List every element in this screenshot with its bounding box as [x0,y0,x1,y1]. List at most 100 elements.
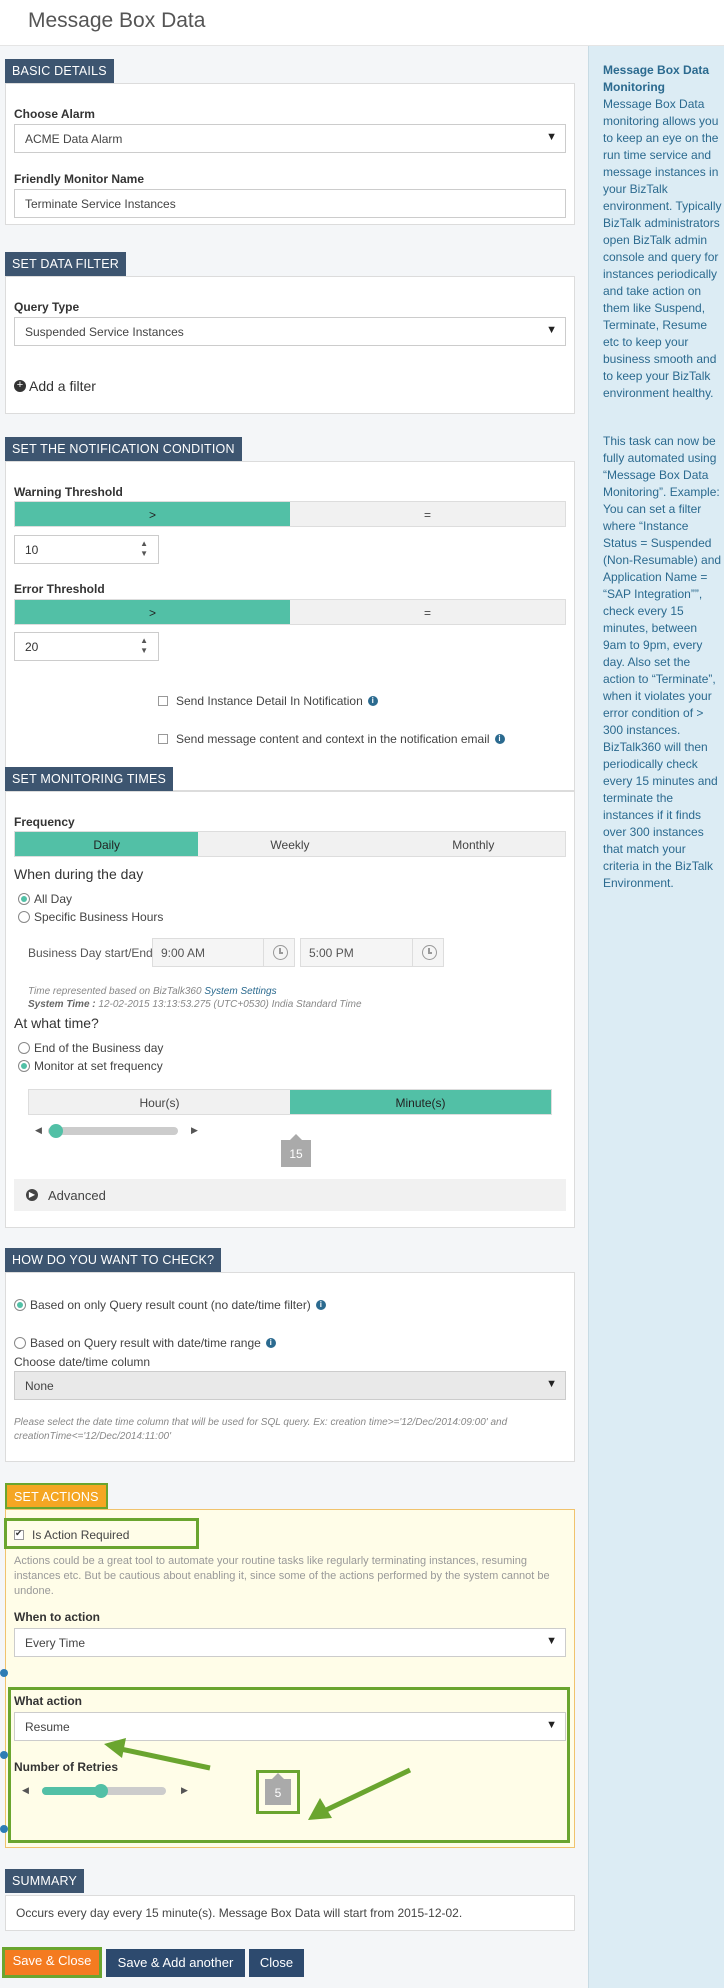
what-action-value: Resume [25,1720,70,1734]
monitoring-panel: Frequency Daily Weekly Monthly When duri… [5,791,575,1228]
date-column-select[interactable]: None ▼ [14,1371,566,1400]
chevron-right-circle-icon: ▶ [26,1189,38,1201]
warning-op-equal[interactable]: = [290,502,565,526]
all-day-label: All Day [34,892,73,906]
send-content-checkbox[interactable] [158,734,168,744]
close-button[interactable]: Close [249,1949,304,1977]
error-op-equal[interactable]: = [290,600,565,624]
error-threshold-input[interactable]: 20 ▲ ▼ [14,632,159,661]
info-icon[interactable]: i [315,1300,326,1310]
system-settings-link[interactable]: System Settings [204,986,276,997]
save-add-another-button[interactable]: Save & Add another [106,1949,245,1977]
query-type-label: Query Type [14,300,80,314]
choose-alarm-select[interactable]: ACME Data Alarm ▼ [14,124,566,153]
monitor-name-value: Terminate Service Instances [25,197,176,211]
data-filter-header: SET DATA FILTER [5,252,126,276]
freq-weekly[interactable]: Weekly [198,832,382,856]
set-frequency-radio-row[interactable]: Monitor at set frequency [18,1059,163,1073]
specific-hours-label: Specific Business Hours [34,910,164,924]
help-paragraph-1: Message Box Data monitoring allows you t… [603,97,722,400]
count-option-radio[interactable] [14,1299,26,1311]
specific-hours-radio[interactable] [18,911,30,923]
advanced-toggle[interactable]: ▶ Advanced [14,1179,566,1211]
send-detail-checkbox[interactable] [158,696,168,706]
chevron-down-icon: ▼ [546,1378,557,1390]
warning-threshold-input[interactable]: 10 ▲ ▼ [14,535,159,564]
actions-panel: Is Action Required Actions could be a gr… [4,1509,575,1848]
unit-hours[interactable]: Hour(s) [29,1090,290,1114]
set-frequency-radio[interactable] [18,1060,30,1072]
summary-text: Occurs every day every 15 minute(s). Mes… [5,1895,575,1931]
start-time-input[interactable]: 9:00 AM [152,938,295,967]
count-option-row[interactable]: Based on only Query result count (no dat… [14,1298,326,1312]
action-required-checkbox[interactable] [14,1528,24,1540]
frequency-slider-handle[interactable] [49,1124,63,1138]
range-option-row[interactable]: Based on Query result with date/time ran… [14,1336,276,1350]
freq-monthly[interactable]: Monthly [381,832,565,856]
time-note: Time represented based on BizTalk360 Sys… [28,986,277,997]
chevron-left-icon[interactable]: ◀ [35,1125,42,1136]
frequency-label: Frequency [14,815,75,829]
retries-slider-fill [42,1787,102,1795]
unit-minutes[interactable]: Minute(s) [290,1090,551,1114]
choose-alarm-label: Choose Alarm [14,107,95,121]
basic-details-panel: Choose Alarm ACME Data Alarm ▼ Friendly … [5,83,575,225]
time-note-text: Time represented based on BizTalk360 [28,986,202,997]
info-icon[interactable]: i [265,1338,276,1348]
clock-icon[interactable] [273,945,288,960]
what-action-select[interactable]: Resume ▼ [14,1712,566,1741]
when-to-action-value: Every Time [25,1636,86,1650]
send-detail-checkbox-row[interactable]: Send Instance Detail In Notification i [158,694,378,708]
advanced-label: Advanced [48,1187,106,1203]
chevron-left-icon[interactable]: ◀ [22,1785,29,1796]
summary-header: SUMMARY [5,1869,85,1893]
clock-icon[interactable] [422,945,437,960]
retries-slider-handle[interactable] [94,1784,108,1798]
freq-daily[interactable]: Daily [15,832,199,856]
when-to-action-select[interactable]: Every Time ▼ [14,1628,566,1657]
info-icon[interactable]: i [367,696,378,706]
chevron-down-icon: ▼ [546,1635,557,1647]
query-type-select[interactable]: Suspended Service Instances ▼ [14,317,566,346]
frequency-slider[interactable] [48,1127,178,1135]
retries-value-badge: 5 [265,1773,291,1805]
add-filter-link[interactable]: + Add a filter [14,378,96,394]
when-to-action-label: When to action [14,1610,100,1624]
what-action-label: What action [14,1694,82,1708]
end-time-input[interactable]: 5:00 PM [300,938,444,967]
chevron-down-icon: ▼ [546,324,557,336]
monitoring-header: SET MONITORING TIMES [5,767,174,791]
monitor-name-input[interactable]: Terminate Service Instances [14,189,566,218]
column-label: Choose date/time column [14,1355,151,1369]
help-title: Message Box Data Monitoring [603,63,710,94]
chevron-right-icon[interactable]: ▶ [181,1785,188,1796]
info-icon[interactable]: i [494,734,505,744]
all-day-radio[interactable] [18,893,30,905]
range-option-label: Based on Query result with date/time ran… [30,1336,261,1350]
system-time-label: System Time : [28,999,96,1010]
warning-op-greater[interactable]: > [15,502,290,526]
action-required-label: Is Action Required [32,1528,130,1542]
set-frequency-label: Monitor at set frequency [34,1059,163,1073]
end-of-day-radio[interactable] [18,1042,30,1054]
range-option-radio[interactable] [14,1337,26,1349]
chevron-right-icon[interactable]: ▶ [191,1125,198,1136]
add-filter-label: Add a filter [29,378,96,394]
plus-circle-icon: + [14,380,26,392]
error-operator-toggle: > = [14,599,566,625]
end-of-day-radio-row[interactable]: End of the Business day [18,1041,163,1055]
send-content-checkbox-row[interactable]: Send message content and context in the … [158,732,505,746]
specific-hours-radio-row[interactable]: Specific Business Hours [18,910,163,924]
annotation-arrow-icon [104,1738,211,1771]
spinner-arrows-icon[interactable]: ▲ ▼ [140,636,148,656]
spinner-arrows-icon[interactable]: ▲ ▼ [140,539,148,559]
all-day-radio-row[interactable]: All Day [18,892,72,906]
chevron-down-icon: ▼ [546,1719,557,1731]
monitor-name-label: Friendly Monitor Name [14,172,145,186]
error-op-greater[interactable]: > [15,600,290,624]
help-sidebar: Message Box Data Monitoring Message Box … [588,46,724,1988]
warning-threshold-label: Warning Threshold [14,485,123,499]
main-form: BASIC DETAILS Choose Alarm ACME Data Ala… [0,46,588,1988]
action-required-row[interactable]: Is Action Required [14,1528,129,1542]
save-close-button[interactable]: Save & Close [2,1947,102,1978]
